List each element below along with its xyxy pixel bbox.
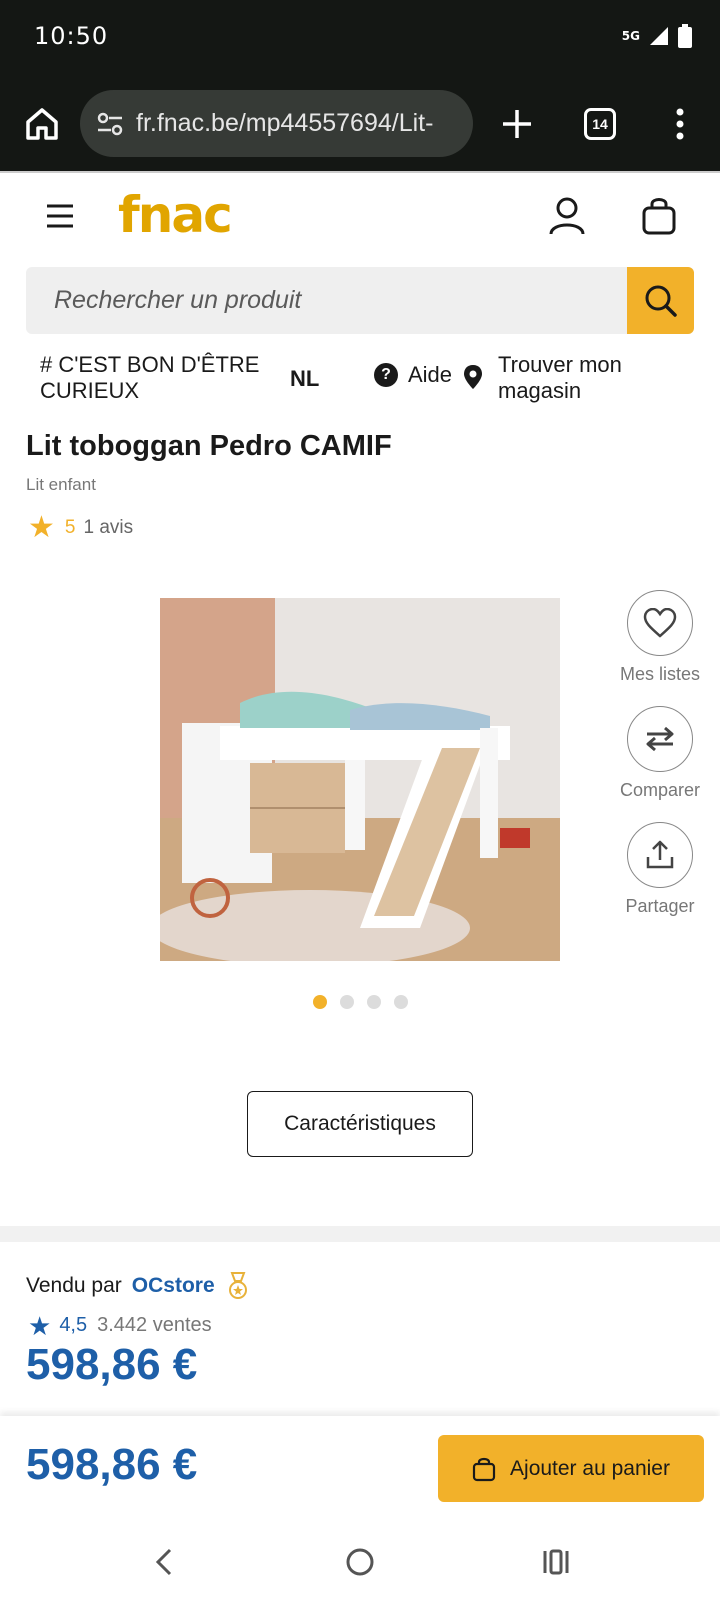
search-bar: [26, 267, 694, 334]
seller-rating[interactable]: ★ 4,5 3.442 ventes: [28, 1310, 212, 1341]
address-bar[interactable]: fr.fnac.be/mp44557694/Lit-: [80, 90, 473, 157]
site-settings-icon[interactable]: [94, 108, 126, 140]
home-circle-icon[interactable]: [342, 1544, 378, 1580]
battery-icon: [678, 24, 692, 48]
store-locator-link[interactable]: Trouver mon magasin: [462, 352, 658, 404]
language-switch[interactable]: NL: [290, 366, 319, 392]
add-to-list-action[interactable]: Mes listes: [610, 590, 710, 685]
new-tab-icon[interactable]: [497, 104, 537, 144]
rating-score: 5: [64, 517, 76, 538]
product-price: 598,86 €: [26, 1340, 198, 1389]
seller-sales-count: 3.442 ventes: [97, 1314, 212, 1336]
share-button[interactable]: [627, 822, 693, 888]
add-to-cart-button[interactable]: Ajouter au panier: [438, 1435, 704, 1502]
system-navigation-bar: [0, 1524, 720, 1600]
carousel-dot[interactable]: [394, 995, 408, 1009]
section-divider: [0, 1226, 720, 1242]
search-input[interactable]: [26, 267, 626, 334]
add-to-cart-label: Ajouter au panier: [510, 1456, 670, 1480]
sold-by-label: Vendu par: [26, 1274, 122, 1297]
heart-icon: [643, 608, 677, 638]
help-icon: ?: [374, 363, 398, 387]
signal-icon: [650, 27, 668, 45]
sticky-price: 598,86 €: [26, 1440, 198, 1489]
cart-bag-icon: [472, 1457, 496, 1481]
browser-toolbar: fr.fnac.be/mp44557694/Lit- 14: [0, 78, 720, 171]
status-bar: 10:50 5G: [0, 0, 720, 78]
share-action[interactable]: Partager: [610, 822, 710, 917]
product-image[interactable]: [160, 598, 560, 961]
shopping-bag-icon[interactable]: [640, 196, 678, 236]
network-label: 5G: [621, 29, 640, 43]
carousel-dot[interactable]: [340, 995, 354, 1009]
home-icon[interactable]: [22, 104, 62, 144]
star-icon: ★: [28, 511, 55, 544]
add-to-list-label: Mes listes: [619, 664, 700, 684]
star-icon: ★: [28, 1310, 52, 1341]
compare-arrows-icon: [646, 726, 674, 752]
compare-button[interactable]: [627, 706, 693, 772]
secondary-nav: # C'EST BON D'ÊTRE CURIEUX NL ? Aide Tro…: [0, 350, 720, 410]
compare-action[interactable]: Comparer: [610, 706, 710, 801]
share-label: Partager: [625, 896, 695, 916]
tab-switcher-button[interactable]: 14: [584, 108, 616, 140]
sticky-purchase-bar: 598,86 € Ajouter au panier: [0, 1416, 720, 1524]
medal-icon: [228, 1272, 247, 1299]
back-icon[interactable]: [146, 1544, 182, 1580]
more-menu-icon[interactable]: [664, 104, 696, 144]
search-icon: [645, 285, 677, 317]
search-button[interactable]: [627, 267, 694, 334]
store-label: Trouver mon magasin: [498, 352, 622, 403]
carousel-dot[interactable]: [367, 995, 381, 1009]
slogan-link[interactable]: # C'EST BON D'ÊTRE CURIEUX: [40, 352, 280, 404]
product-rating[interactable]: ★ 5 1 avis: [28, 511, 134, 544]
status-icons: 5G: [622, 24, 692, 48]
product-category[interactable]: Lit enfant: [26, 475, 96, 495]
seller-info: Vendu par OCstore: [26, 1272, 249, 1300]
bed-illustration: [160, 598, 560, 961]
toolbar-divider: [0, 171, 720, 173]
status-time: 10:50: [34, 22, 109, 50]
product-title: Lit toboggan Pedro CAMIF: [26, 430, 392, 462]
help-link[interactable]: ? Aide: [374, 362, 452, 388]
seller-rating-score: 4,5: [59, 1314, 88, 1336]
carousel-dot[interactable]: [313, 995, 327, 1009]
help-label: Aide: [408, 362, 453, 387]
image-carousel-dots: [313, 995, 408, 1009]
location-pin-icon: [464, 365, 482, 389]
fnac-logo[interactable]: fnac: [118, 186, 233, 244]
url-text[interactable]: fr.fnac.be/mp44557694/Lit-: [136, 109, 433, 138]
recent-apps-icon[interactable]: [538, 1544, 574, 1580]
share-icon: [646, 840, 674, 869]
hamburger-menu-icon[interactable]: [44, 200, 76, 232]
seller-name-link[interactable]: OCstore: [132, 1274, 215, 1298]
add-to-list-button[interactable]: [627, 590, 693, 656]
compare-label: Comparer: [619, 780, 701, 800]
characteristics-button[interactable]: Caractéristiques: [247, 1091, 473, 1157]
account-icon[interactable]: [548, 196, 586, 236]
review-count: 1 avis: [83, 517, 134, 538]
